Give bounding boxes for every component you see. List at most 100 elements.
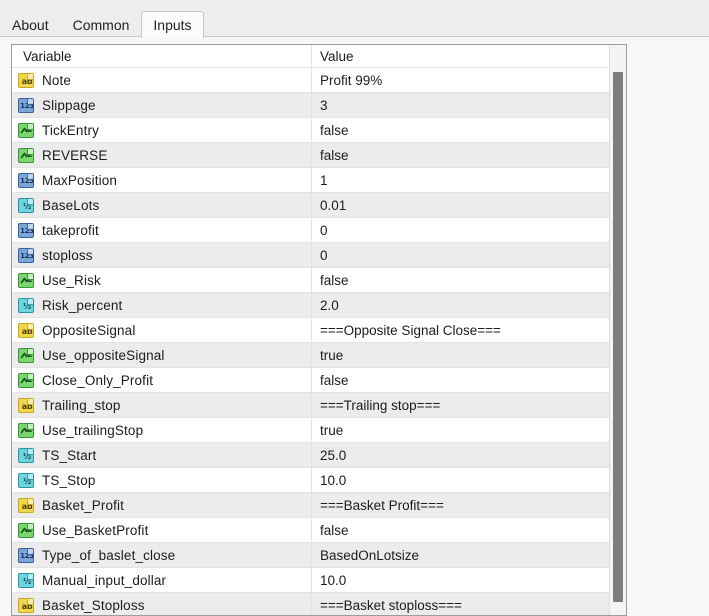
grid-row[interactable]: ab OppositeSignal ===Opposite Signal Close…: [12, 318, 610, 343]
variable-cell[interactable]: 123 stoploss: [12, 243, 312, 267]
grid-row[interactable]: ab Note Profit 99%: [12, 68, 610, 93]
int-type-icon: 123: [18, 172, 34, 188]
grid-row[interactable]: TickEntry false: [12, 118, 610, 143]
variable-value: false: [320, 122, 349, 138]
variable-cell[interactable]: Close_Only_Profit: [12, 368, 312, 392]
grid-row[interactable]: Use_BasketProfit false: [12, 518, 610, 543]
variable-cell[interactable]: 123 takeprofit: [12, 218, 312, 242]
grid-row[interactable]: Use_oppositeSignal true: [12, 343, 610, 368]
type-icon-corner: [27, 473, 33, 480]
tab-label: Common: [72, 17, 130, 33]
variable-name: Note: [42, 72, 72, 88]
type-icon-corner: [27, 323, 33, 330]
variable-name: takeprofit: [42, 222, 99, 238]
value-cell[interactable]: 0: [312, 243, 610, 267]
variable-name: TS_Start: [42, 447, 97, 463]
variable-name: REVERSE: [42, 147, 108, 163]
value-cell[interactable]: false: [312, 268, 610, 292]
variable-cell[interactable]: Use_Risk: [12, 268, 312, 292]
type-icon-corner: [27, 223, 33, 230]
bool-type-icon: [18, 372, 34, 388]
value-cell[interactable]: ===Trailing stop===: [312, 393, 610, 417]
value-cell[interactable]: 2.0: [312, 293, 610, 317]
value-cell[interactable]: Profit 99%: [312, 68, 610, 92]
type-icon-corner: [27, 198, 33, 205]
value-cell[interactable]: 0.01: [312, 193, 610, 217]
grid-header-value[interactable]: Value: [312, 45, 610, 67]
string-type-icon: ab: [18, 322, 34, 338]
variable-cell[interactable]: REVERSE: [12, 143, 312, 167]
grid-header-variable[interactable]: Variable: [12, 45, 312, 67]
value-cell[interactable]: false: [312, 518, 610, 542]
grid-row[interactable]: Use_trailingStop true: [12, 418, 610, 443]
variable-cell[interactable]: Use_BasketProfit: [12, 518, 312, 542]
grid-row[interactable]: REVERSE false: [12, 143, 610, 168]
variable-value: false: [320, 372, 349, 388]
grid-row[interactable]: Use_Risk false: [12, 268, 610, 293]
variable-cell[interactable]: TickEntry: [12, 118, 312, 142]
variable-cell[interactable]: ab Basket_Profit: [12, 493, 312, 517]
variable-cell[interactable]: ab Trailing_stop: [12, 393, 312, 417]
variable-name: MaxPosition: [42, 172, 118, 188]
grid-row[interactable]: 123 MaxPosition 1: [12, 168, 610, 193]
value-cell[interactable]: false: [312, 368, 610, 392]
variable-value: 0: [320, 247, 328, 263]
variable-cell[interactable]: 123 Slippage: [12, 93, 312, 117]
variable-cell[interactable]: ½ BaseLots: [12, 193, 312, 217]
variable-name: BaseLots: [42, 197, 100, 213]
value-cell[interactable]: 3: [312, 93, 610, 117]
value-cell[interactable]: true: [312, 418, 610, 442]
double-type-icon: ½: [18, 447, 34, 463]
type-icon-corner: [27, 498, 33, 505]
vertical-scrollbar-thumb[interactable]: [613, 72, 623, 602]
tab-inputs[interactable]: Inputs: [141, 11, 204, 38]
double-type-icon: ½: [18, 572, 34, 588]
grid-row[interactable]: 123 takeprofit 0: [12, 218, 610, 243]
string-type-icon: ab: [18, 397, 34, 413]
value-cell[interactable]: false: [312, 143, 610, 167]
grid-row[interactable]: ½ Manual_input_dollar 10.0: [12, 568, 610, 593]
variable-cell[interactable]: ½ TS_Stop: [12, 468, 312, 492]
value-cell[interactable]: BasedOnLotsize: [312, 543, 610, 567]
value-cell[interactable]: true: [312, 343, 610, 367]
type-icon-corner: [27, 73, 33, 80]
value-cell[interactable]: 1: [312, 168, 610, 192]
grid-row[interactable]: ½ BaseLots 0.01: [12, 193, 610, 218]
value-cell[interactable]: ===Opposite Signal Close===: [312, 318, 610, 342]
grid-row[interactable]: ½ TS_Stop 10.0: [12, 468, 610, 493]
grid-row[interactable]: Close_Only_Profit false: [12, 368, 610, 393]
value-cell[interactable]: 25.0: [312, 443, 610, 467]
grid-row[interactable]: 123 Slippage 3: [12, 93, 610, 118]
tab-label: Inputs: [153, 17, 192, 33]
variable-cell[interactable]: ab Note: [12, 68, 312, 92]
tab-common[interactable]: Common: [61, 11, 142, 37]
tab-about[interactable]: About: [0, 11, 61, 37]
value-cell[interactable]: 10.0: [312, 468, 610, 492]
variable-name: stoploss: [42, 247, 93, 263]
grid-row[interactable]: 123 stoploss 0: [12, 243, 610, 268]
int-type-icon: 123: [18, 247, 34, 263]
grid-row[interactable]: ½ TS_Start 25.0: [12, 443, 610, 468]
variable-cell[interactable]: ab OppositeSignal: [12, 318, 312, 342]
value-cell[interactable]: false: [312, 118, 610, 142]
grid-row[interactable]: ab Trailing_stop ===Trailing stop===: [12, 393, 610, 418]
grid-row[interactable]: ½ Risk_percent 2.0: [12, 293, 610, 318]
variable-name: Basket_Stoploss: [42, 597, 145, 613]
grid-row[interactable]: 123 Type_of_baslet_close BasedOnLotsize: [12, 543, 610, 568]
vertical-scrollbar[interactable]: [609, 45, 626, 615]
value-cell[interactable]: 10.0: [312, 568, 610, 592]
variable-cell[interactable]: ½ Manual_input_dollar: [12, 568, 312, 592]
variable-name: Use_Risk: [42, 272, 101, 288]
variable-name: Type_of_baslet_close: [42, 547, 176, 563]
variable-cell[interactable]: ½ Risk_percent: [12, 293, 312, 317]
variable-cell[interactable]: 123 Type_of_baslet_close: [12, 543, 312, 567]
variable-cell[interactable]: Use_trailingStop: [12, 418, 312, 442]
variable-name: Close_Only_Profit: [42, 372, 154, 388]
variable-cell[interactable]: ½ TS_Start: [12, 443, 312, 467]
variable-cell[interactable]: 123 MaxPosition: [12, 168, 312, 192]
variable-cell[interactable]: Use_oppositeSignal: [12, 343, 312, 367]
value-cell[interactable]: ===Basket Profit===: [312, 493, 610, 517]
grid-header-value-label: Value: [320, 48, 354, 64]
value-cell[interactable]: 0: [312, 218, 610, 242]
grid-row[interactable]: ab Basket_Profit ===Basket Profit===: [12, 493, 610, 518]
